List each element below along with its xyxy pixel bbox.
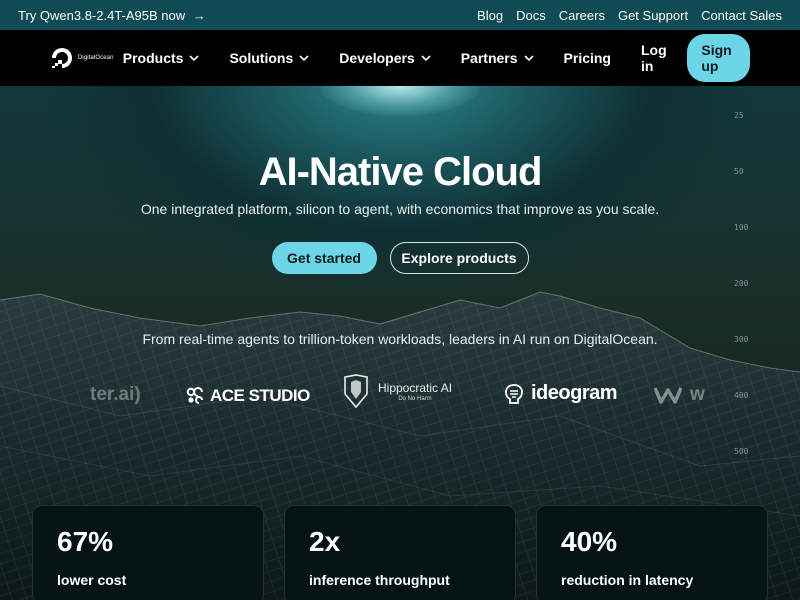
character-ai-wordmark: ter.ai) [90,384,141,405]
main-nav: DigitalOcean Products Solutions Develope… [0,30,800,86]
announcement-bar: Try Qwen3.8-2.4T-A95B now → Blog Docs Ca… [0,0,800,30]
hippocratic-text: Hippocratic AI Do No Harm [378,381,452,402]
nav-products-label: Products [122,50,184,66]
hippocratic-name: Hippocratic AI [378,380,453,395]
ruler-tick: 50 [734,167,744,176]
depth-ruler: 25 50 100 200 300 400 500 [728,86,758,486]
nav-partners[interactable]: Partners [461,50,534,66]
ruler-tick: 300 [734,335,749,344]
ideogram-logo: ideogram [503,382,618,405]
hippocratic-tagline: Do No Harm [398,395,432,402]
nav-menu: Products Solutions Developers Partners P… [123,50,641,66]
hippocratic-ai-logo: Hippocratic AI Do No Harm [342,374,452,408]
stat-label: reduction in latency [561,572,694,588]
nav-pricing-label: Pricing [563,50,611,66]
digitalocean-logo-icon [52,48,72,68]
nav-solutions-label: Solutions [229,50,294,66]
nav-pricing[interactable]: Pricing [564,50,611,66]
character-ai-logo: ter.ai) [90,384,141,406]
chevron-down-icon [421,55,431,61]
careers-link[interactable]: Careers [559,8,605,23]
utility-links: Blog Docs Careers Get Support Contact Sa… [477,8,782,23]
login-link[interactable]: Log in [641,42,669,74]
ace-studio-wordmark: ACE STUDIO [210,386,310,405]
docs-link[interactable]: Docs [516,8,546,23]
contact-sales-link[interactable]: Contact Sales [701,8,782,23]
stat-label: lower cost [57,572,127,588]
blog-link[interactable]: Blog [477,8,503,23]
chevron-down-icon [299,55,309,61]
ruler-tick: 200 [734,279,749,288]
ruler-tick: 100 [734,223,749,232]
announcement-link[interactable]: Try Qwen3.8-2.4T-A95B now → [18,8,206,23]
w-wordmark: w [690,384,705,405]
stat-card: 40% reduction in latency [536,505,768,600]
chevron-down-icon [189,55,200,61]
nav-solutions[interactable]: Solutions [229,50,309,66]
stat-card: 2x inference throughput [284,505,516,600]
announcement-text[interactable]: Try Qwen3.8-2.4T-A95B now [18,8,185,23]
nav-developers[interactable]: Developers [339,50,431,66]
ace-studio-logo: ACE STUDIO [186,386,310,406]
nav-developers-label: Developers [339,50,415,66]
w-logo: w [654,384,705,406]
get-started-button[interactable]: Get started [271,242,377,274]
ruler-tick: 25 [734,111,744,120]
hero-title: AI-Native Cloud [258,150,543,194]
nav-products[interactable]: Products [123,50,200,66]
leaders-text: From real-time agents to trillion-token … [142,331,658,347]
stats-row: 67% lower cost 2x inference throughput 4… [32,505,768,600]
stat-card: 67% lower cost [32,505,264,600]
nav-actions: Log in Sign up [641,34,750,82]
explore-products-button[interactable]: Explore products [389,242,529,274]
digitalocean-logo[interactable]: DigitalOcean [50,46,123,70]
customer-logos: ter.ai) ACE STUDIO Hippocratic AI Do No … [0,374,800,416]
ruler-tick: 500 [734,447,749,456]
nav-partners-label: Partners [460,50,518,66]
hero-ctas: Get started Explore products [0,242,800,274]
ideogram-brain-icon [505,383,523,404]
hero-subtitle: One integrated platform, silicon to agen… [140,201,660,217]
ace-studio-icon [186,387,203,404]
stat-value: 67% [57,526,114,557]
ideogram-wordmark: ideogram [531,382,618,404]
stat-label: inference throughput [309,572,450,588]
signup-button[interactable]: Sign up [687,34,750,82]
brand-name: DigitalOcean [78,55,114,61]
get-support-link[interactable]: Get Support [618,8,688,23]
w-brand-icon [654,387,682,404]
stat-value: 40% [561,526,618,557]
stat-value: 2x [309,526,341,557]
hippocratic-shield-icon [344,374,368,408]
chevron-down-icon [523,55,534,61]
ruler-tick: 400 [734,391,749,400]
arrow-right-icon: → [192,7,206,23]
